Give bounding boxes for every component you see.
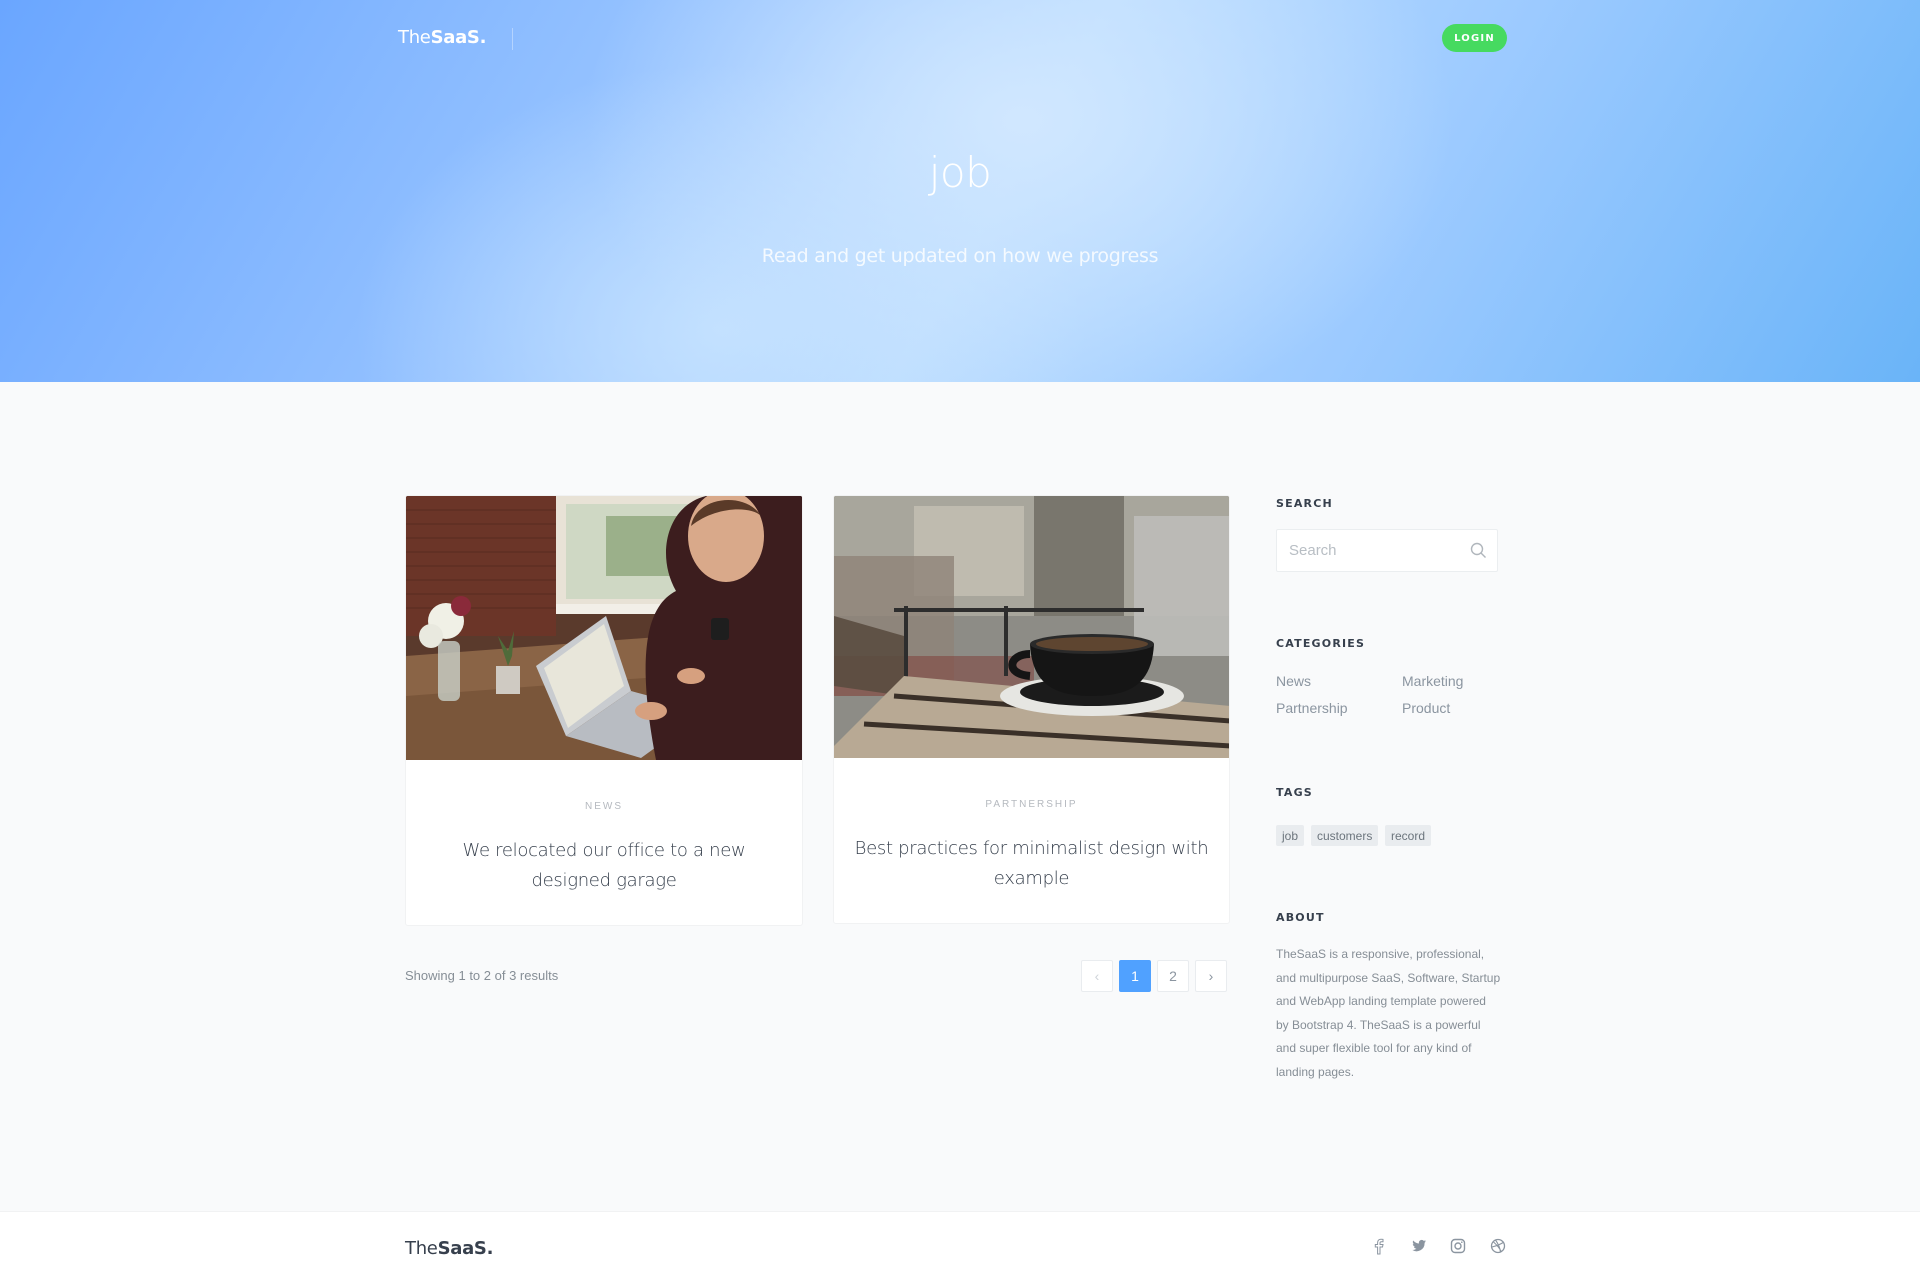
- pagination: ‹ 1 2 ›: [1081, 960, 1227, 992]
- footer-logo[interactable]: TheSaaS.: [405, 1238, 493, 1259]
- page-footer: TheSaaS.: [0, 1211, 1920, 1287]
- search-form: [1276, 529, 1498, 572]
- category-link-news[interactable]: News: [1276, 673, 1311, 689]
- post-category[interactable]: PARTNERSHIP: [834, 799, 1229, 810]
- pagination-next[interactable]: ›: [1195, 960, 1227, 992]
- post-image-coffee-cup[interactable]: [834, 496, 1229, 758]
- page-header: TheSaaS. LOGIN job Read and get updated …: [0, 0, 1920, 382]
- post-card[interactable]: NEWS We relocated our office to a new de…: [405, 495, 803, 926]
- brand-logo[interactable]: TheSaaS.: [398, 27, 486, 48]
- post-title[interactable]: We relocated our office to a new designe…: [426, 836, 782, 896]
- tags-heading: TAGS: [1276, 786, 1313, 799]
- post-category[interactable]: NEWS: [406, 801, 802, 812]
- about-heading: ABOUT: [1276, 911, 1325, 924]
- search-heading: SEARCH: [1276, 497, 1333, 510]
- post-image-laptop-desk[interactable]: [406, 496, 802, 760]
- twitter-icon[interactable]: [1410, 1237, 1428, 1255]
- search-input[interactable]: [1277, 530, 1457, 571]
- post-title[interactable]: Best practices for minimalist design wit…: [854, 834, 1209, 894]
- logo-text-light: The: [405, 1238, 438, 1259]
- logo-text-bold: SaaS.: [430, 27, 487, 48]
- post-card[interactable]: PARTNERSHIP Best practices for minimalis…: [833, 495, 1230, 924]
- pagination-prev[interactable]: ‹: [1081, 960, 1113, 992]
- login-button[interactable]: LOGIN: [1442, 24, 1507, 52]
- results-summary: Showing 1 to 2 of 3 results: [405, 968, 559, 983]
- facebook-icon[interactable]: [1370, 1237, 1388, 1255]
- category-link-product[interactable]: Product: [1402, 700, 1450, 716]
- category-link-partnership[interactable]: Partnership: [1276, 700, 1348, 716]
- page-subtitle: Read and get updated on how we progress: [761, 245, 1159, 267]
- logo-text-light: The: [398, 27, 431, 48]
- about-text: TheSaaS is a responsive, professional, a…: [1276, 947, 1501, 1079]
- logo-text-bold: SaaS.: [437, 1238, 494, 1259]
- top-navbar: TheSaaS. LOGIN: [398, 0, 1507, 76]
- categories-heading: CATEGORIES: [1276, 637, 1366, 650]
- dribbble-icon[interactable]: [1489, 1237, 1507, 1255]
- tag-job[interactable]: job: [1276, 825, 1305, 846]
- navbar-divider: [512, 28, 513, 50]
- pagination-page-2[interactable]: 2: [1157, 960, 1189, 992]
- tag-customers[interactable]: customers: [1311, 825, 1379, 846]
- tag-record[interactable]: record: [1385, 825, 1432, 846]
- search-icon[interactable]: [1470, 542, 1487, 559]
- instagram-icon[interactable]: [1449, 1237, 1467, 1255]
- category-link-marketing[interactable]: Marketing: [1402, 673, 1463, 689]
- page-title: job: [928, 148, 992, 197]
- pagination-page-1[interactable]: 1: [1119, 960, 1151, 992]
